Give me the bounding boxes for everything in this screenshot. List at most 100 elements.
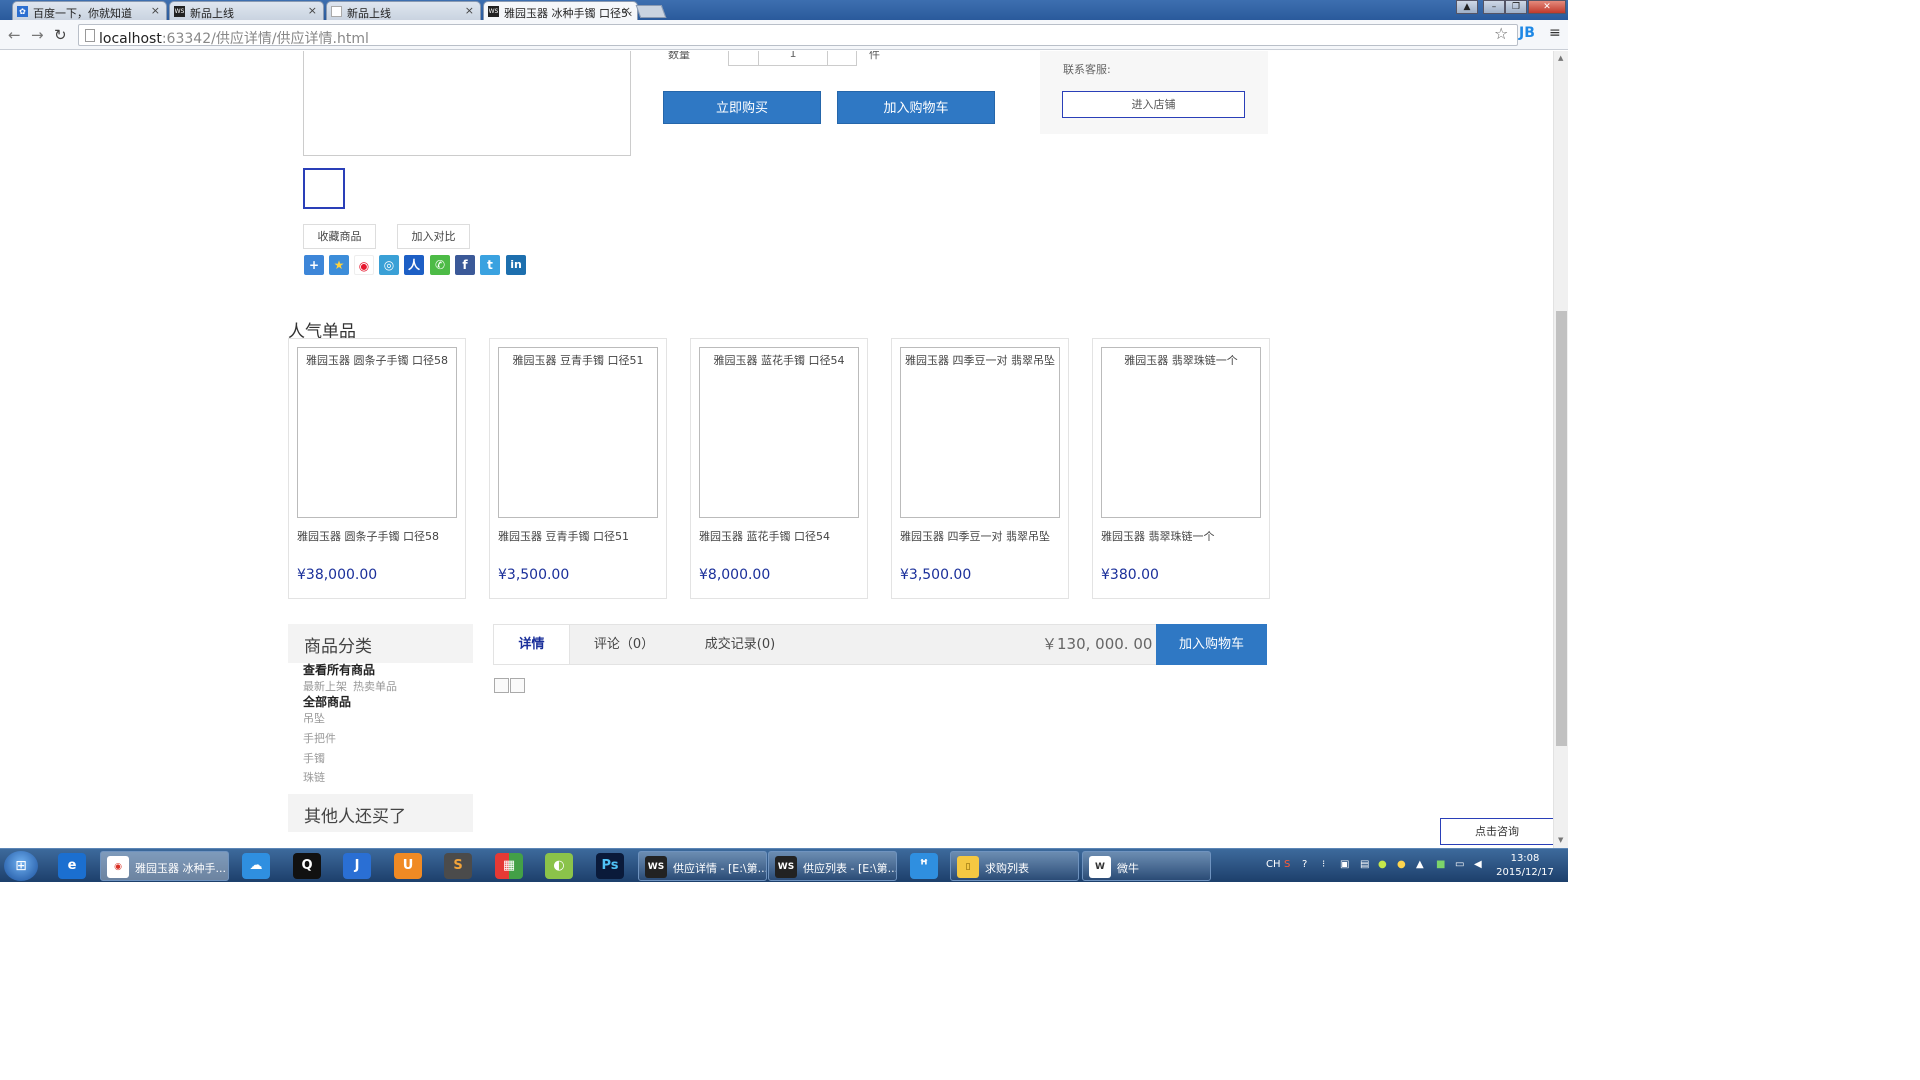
network-share-icon[interactable]: ▣ (1340, 859, 1349, 870)
tab-details[interactable]: 详情 (494, 625, 570, 664)
jetbrains-extension-icon[interactable]: JB (1519, 25, 1535, 41)
product-thumbnail[interactable] (303, 168, 345, 209)
view-all-products-link[interactable]: 查看所有商品 (303, 661, 375, 678)
product-name[interactable]: 雅园玉器 翡翠珠链一个 (1101, 528, 1215, 544)
ucbrowser-icon[interactable]: U (394, 853, 422, 879)
back-arrow-icon[interactable]: ← (8, 26, 21, 44)
tab-add-to-cart-button[interactable]: 加入购物车 (1156, 624, 1267, 665)
product-image[interactable]: 雅园玉器 豆青手镯 口径51 (498, 347, 658, 518)
start-button-icon[interactable]: ⊞ (4, 851, 38, 881)
browser-tab-active[interactable]: WS 雅园玉器 冰种手镯 口径5‹ × (483, 1, 638, 20)
reload-icon[interactable]: ↻ (54, 26, 67, 44)
close-icon[interactable]: × (465, 4, 474, 17)
facebook-icon[interactable]: f (455, 255, 475, 275)
taskbar-task-chrome[interactable]: ◉ 雅园玉器 冰种手... (100, 851, 229, 881)
category-item-handpiece[interactable]: 手把件 (303, 730, 336, 746)
newest-link[interactable]: 最新上架 (303, 678, 347, 694)
nvidia-icon[interactable]: ■ (1436, 859, 1445, 870)
product-name[interactable]: 雅园玉器 豆青手镯 口径51 (498, 528, 629, 544)
twitter-icon[interactable]: t (480, 255, 500, 275)
tab-transactions[interactable]: 成交记录(0) (694, 625, 786, 664)
new-tab-button[interactable] (635, 5, 667, 18)
renren-icon[interactable]: 人 (404, 255, 424, 275)
volume-icon[interactable]: ◀ (1474, 859, 1482, 870)
close-icon[interactable]: × (308, 4, 317, 17)
window-close-button[interactable]: ✕ (1528, 0, 1566, 14)
close-icon[interactable]: × (151, 4, 160, 17)
language-indicator[interactable]: CH (1266, 859, 1281, 870)
tencent-weibo-icon[interactable]: ◎ (379, 255, 399, 275)
taskbar-task-webstorm-1[interactable]: WS 供应详情 - [E:\第... (638, 851, 767, 881)
product-image[interactable]: 雅园玉器 蓝花手镯 口径54 (699, 347, 859, 518)
product-card[interactable]: 雅园玉器 蓝花手镯 口径54 雅园玉器 蓝花手镯 口径54 ¥8,000.00 (690, 338, 868, 599)
product-image[interactable]: 雅园玉器 四季豆一对 翡翠吊坠 (900, 347, 1060, 518)
help-icon[interactable]: ? (1302, 859, 1307, 870)
category-item-necklace[interactable]: 珠链 (303, 769, 325, 785)
quantity-stepper[interactable]: 1 (728, 51, 857, 66)
tab-reviews[interactable]: 评论（0） (584, 625, 664, 664)
photoshop-icon[interactable]: Ps (596, 853, 624, 879)
display-icon[interactable]: ▤ (1360, 859, 1369, 870)
linkedin-icon[interactable]: in (506, 255, 526, 275)
product-card[interactable]: 雅园玉器 圆条子手镯 口径58 雅园玉器 圆条子手镯 口径58 ¥38,000.… (288, 338, 466, 599)
url-text[interactable]: localhost:63342/供应详情/供应详情.html (99, 28, 369, 48)
office-icon[interactable]: ▦ (495, 853, 523, 879)
internet-explorer-icon[interactable]: e (58, 853, 86, 879)
scrollbar-thumb[interactable] (1556, 311, 1567, 746)
system-clock[interactable]: 13:08 2015/12/17 (1493, 852, 1557, 880)
qzone-star-icon[interactable]: ★ (329, 255, 349, 275)
intellij-icon[interactable]: J (343, 853, 371, 879)
product-name[interactable]: 雅园玉器 四季豆一对 翡翠吊坠 (900, 528, 1050, 544)
forward-arrow-icon[interactable]: → (31, 26, 44, 44)
category-item-pendant[interactable]: 吊坠 (303, 710, 325, 726)
buy-now-button[interactable]: 立即购买 (663, 91, 821, 124)
product-image[interactable]: 雅园玉器 翡翠珠链一个 (1101, 347, 1261, 518)
vertical-scrollbar[interactable]: ▲ ▼ (1553, 51, 1568, 848)
security-icon[interactable]: ● (1378, 859, 1387, 870)
all-goods-heading[interactable]: 全部商品 (303, 693, 351, 710)
browser-tab-baidu[interactable]: ✿ 百度一下，你就知道 × (12, 1, 167, 20)
compare-button[interactable]: 加入对比 (397, 224, 470, 249)
qq-tray-icon[interactable]: ● (1397, 859, 1406, 870)
plus-icon[interactable]: + (304, 255, 324, 275)
product-card[interactable]: 雅园玉器 四季豆一对 翡翠吊坠 雅园玉器 四季豆一对 翡翠吊坠 ¥3,500.0… (891, 338, 1069, 599)
sogou-input-icon[interactable]: S (1284, 859, 1290, 870)
profile-icon[interactable]: ▲ (1456, 0, 1478, 14)
product-name[interactable]: 雅园玉器 圆条子手镯 口径58 (297, 528, 439, 544)
browser-menu-icon[interactable]: ≡ (1549, 25, 1561, 41)
browser-tab-new-products-1[interactable]: WS 新品上线 × (169, 1, 324, 20)
hot-products-link[interactable]: 热卖单品 (353, 678, 397, 694)
maximize-button[interactable]: ❐ (1505, 0, 1527, 14)
close-icon[interactable]: × (622, 4, 631, 17)
product-name[interactable]: 雅园玉器 蓝花手镯 口径54 (699, 528, 830, 544)
search-app-icon[interactable]: ꟸ (910, 853, 938, 879)
qq-icon[interactable]: Q (293, 853, 321, 879)
quantity-decrease-button[interactable] (729, 51, 759, 65)
weibo-icon[interactable]: ◉ (354, 255, 374, 275)
baidu-cloud-icon[interactable]: ☁ (242, 853, 270, 879)
green-app-icon[interactable]: ◐ (545, 853, 573, 879)
tray-expand-icon[interactable]: ⁝ (1322, 859, 1325, 870)
taskbar-task-folder[interactable]: ▯ 求购列表 (950, 851, 1079, 881)
product-card[interactable]: 雅园玉器 翡翠珠链一个 雅园玉器 翡翠珠链一个 ¥380.00 (1092, 338, 1270, 599)
enter-shop-button[interactable]: 进入店铺 (1062, 91, 1245, 118)
scroll-down-icon[interactable]: ▼ (1558, 836, 1563, 844)
scroll-up-icon[interactable]: ▲ (1558, 54, 1563, 62)
taskbar-task-webstorm-2[interactable]: WS 供应列表 - [E:\第... (768, 851, 897, 881)
tray-app-icon[interactable]: ▲ (1416, 859, 1424, 870)
product-card[interactable]: 雅园玉器 豆青手镯 口径51 雅园玉器 豆青手镯 口径51 ¥3,500.00 (489, 338, 667, 599)
category-item-bracelet[interactable]: 手镯 (303, 750, 325, 766)
consult-button[interactable]: 点击咨询 (1440, 818, 1553, 845)
network-icon[interactable]: ▭ (1455, 859, 1464, 870)
taskbar-task-weiniu[interactable]: W 微牛 (1082, 851, 1211, 881)
sublime-text-icon[interactable]: S (444, 853, 472, 879)
minimize-button[interactable]: – (1483, 0, 1505, 14)
address-bar[interactable]: localhost:63342/供应详情/供应详情.html (78, 24, 1518, 48)
favorite-button[interactable]: 收藏商品 (303, 224, 376, 249)
quantity-input[interactable]: 1 (759, 51, 827, 60)
browser-tab-new-products-2[interactable]: 新品上线 × (326, 1, 481, 20)
product-image[interactable]: 雅园玉器 圆条子手镯 口径58 (297, 347, 457, 518)
bookmark-star-icon[interactable]: ☆ (1494, 24, 1508, 43)
add-to-cart-button[interactable]: 加入购物车 (837, 91, 995, 124)
wechat-icon[interactable]: ✆ (430, 255, 450, 275)
